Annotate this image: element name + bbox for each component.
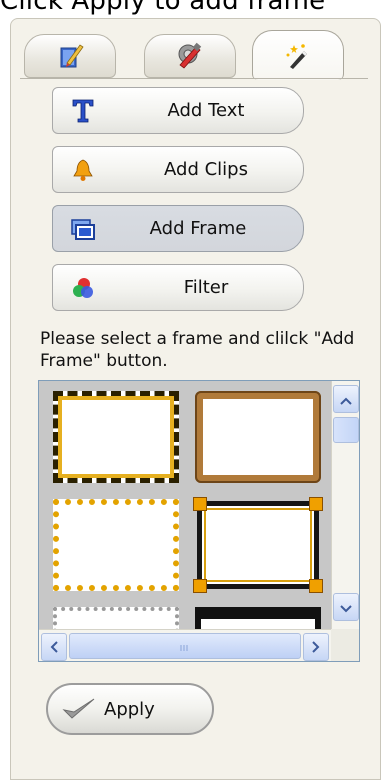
add-frame-button[interactable]: Add Frame <box>52 205 304 252</box>
frame-thumb-gold-dots[interactable] <box>53 499 179 591</box>
scroll-left-button[interactable] <box>41 633 67 661</box>
tab-effects[interactable] <box>252 30 344 80</box>
scroll-down-button[interactable] <box>333 593 359 621</box>
tab-strip <box>24 30 357 80</box>
apply-label: Apply <box>104 698 155 720</box>
color-balls-icon <box>69 274 97 302</box>
frame-thumb-cork[interactable] <box>195 391 321 483</box>
magic-wand-icon <box>282 41 314 71</box>
filter-button[interactable]: Filter <box>52 264 304 311</box>
tab-tools[interactable] <box>144 34 236 78</box>
scroll-right-button[interactable] <box>303 633 329 661</box>
text-t-icon <box>69 97 97 125</box>
frame-thumb-leopard[interactable] <box>53 391 179 483</box>
top-instruction-text: Click Apply to add frame <box>0 0 326 16</box>
instruction-hint: Please select a frame and clilck "Add Fr… <box>40 329 355 371</box>
frame-thumb-black-gold[interactable] <box>193 497 323 593</box>
vertical-scroll-thumb[interactable] <box>333 417 359 443</box>
add-text-button[interactable]: Add Text <box>52 87 304 134</box>
checkmark-icon <box>62 697 98 725</box>
add-text-label: Add Text <box>167 100 245 121</box>
chevron-left-icon <box>50 638 58 657</box>
chevron-up-icon <box>340 390 352 409</box>
tab-divider <box>20 78 368 79</box>
apply-button[interactable]: Apply <box>46 683 214 735</box>
add-clips-label: Add Clips <box>164 159 248 180</box>
grip-icon <box>180 637 190 656</box>
add-frame-label: Add Frame <box>149 218 247 239</box>
gallery-horizontal-scrollbar[interactable] <box>39 629 331 661</box>
scrollbar-corner <box>331 629 359 661</box>
pencil-paper-icon <box>55 41 85 71</box>
chevron-right-icon <box>312 638 320 657</box>
filter-label: Filter <box>183 277 229 298</box>
chevron-down-icon <box>340 598 352 617</box>
add-clips-button[interactable]: Add Clips <box>52 146 304 193</box>
tab-edit[interactable] <box>24 34 116 78</box>
bell-clip-icon <box>69 156 97 184</box>
tools-icon <box>174 41 206 71</box>
gallery-vertical-scrollbar[interactable] <box>331 381 359 629</box>
horizontal-scroll-thumb[interactable] <box>69 633 301 659</box>
scroll-up-button[interactable] <box>333 385 359 413</box>
frame-gallery[interactable] <box>38 380 360 662</box>
